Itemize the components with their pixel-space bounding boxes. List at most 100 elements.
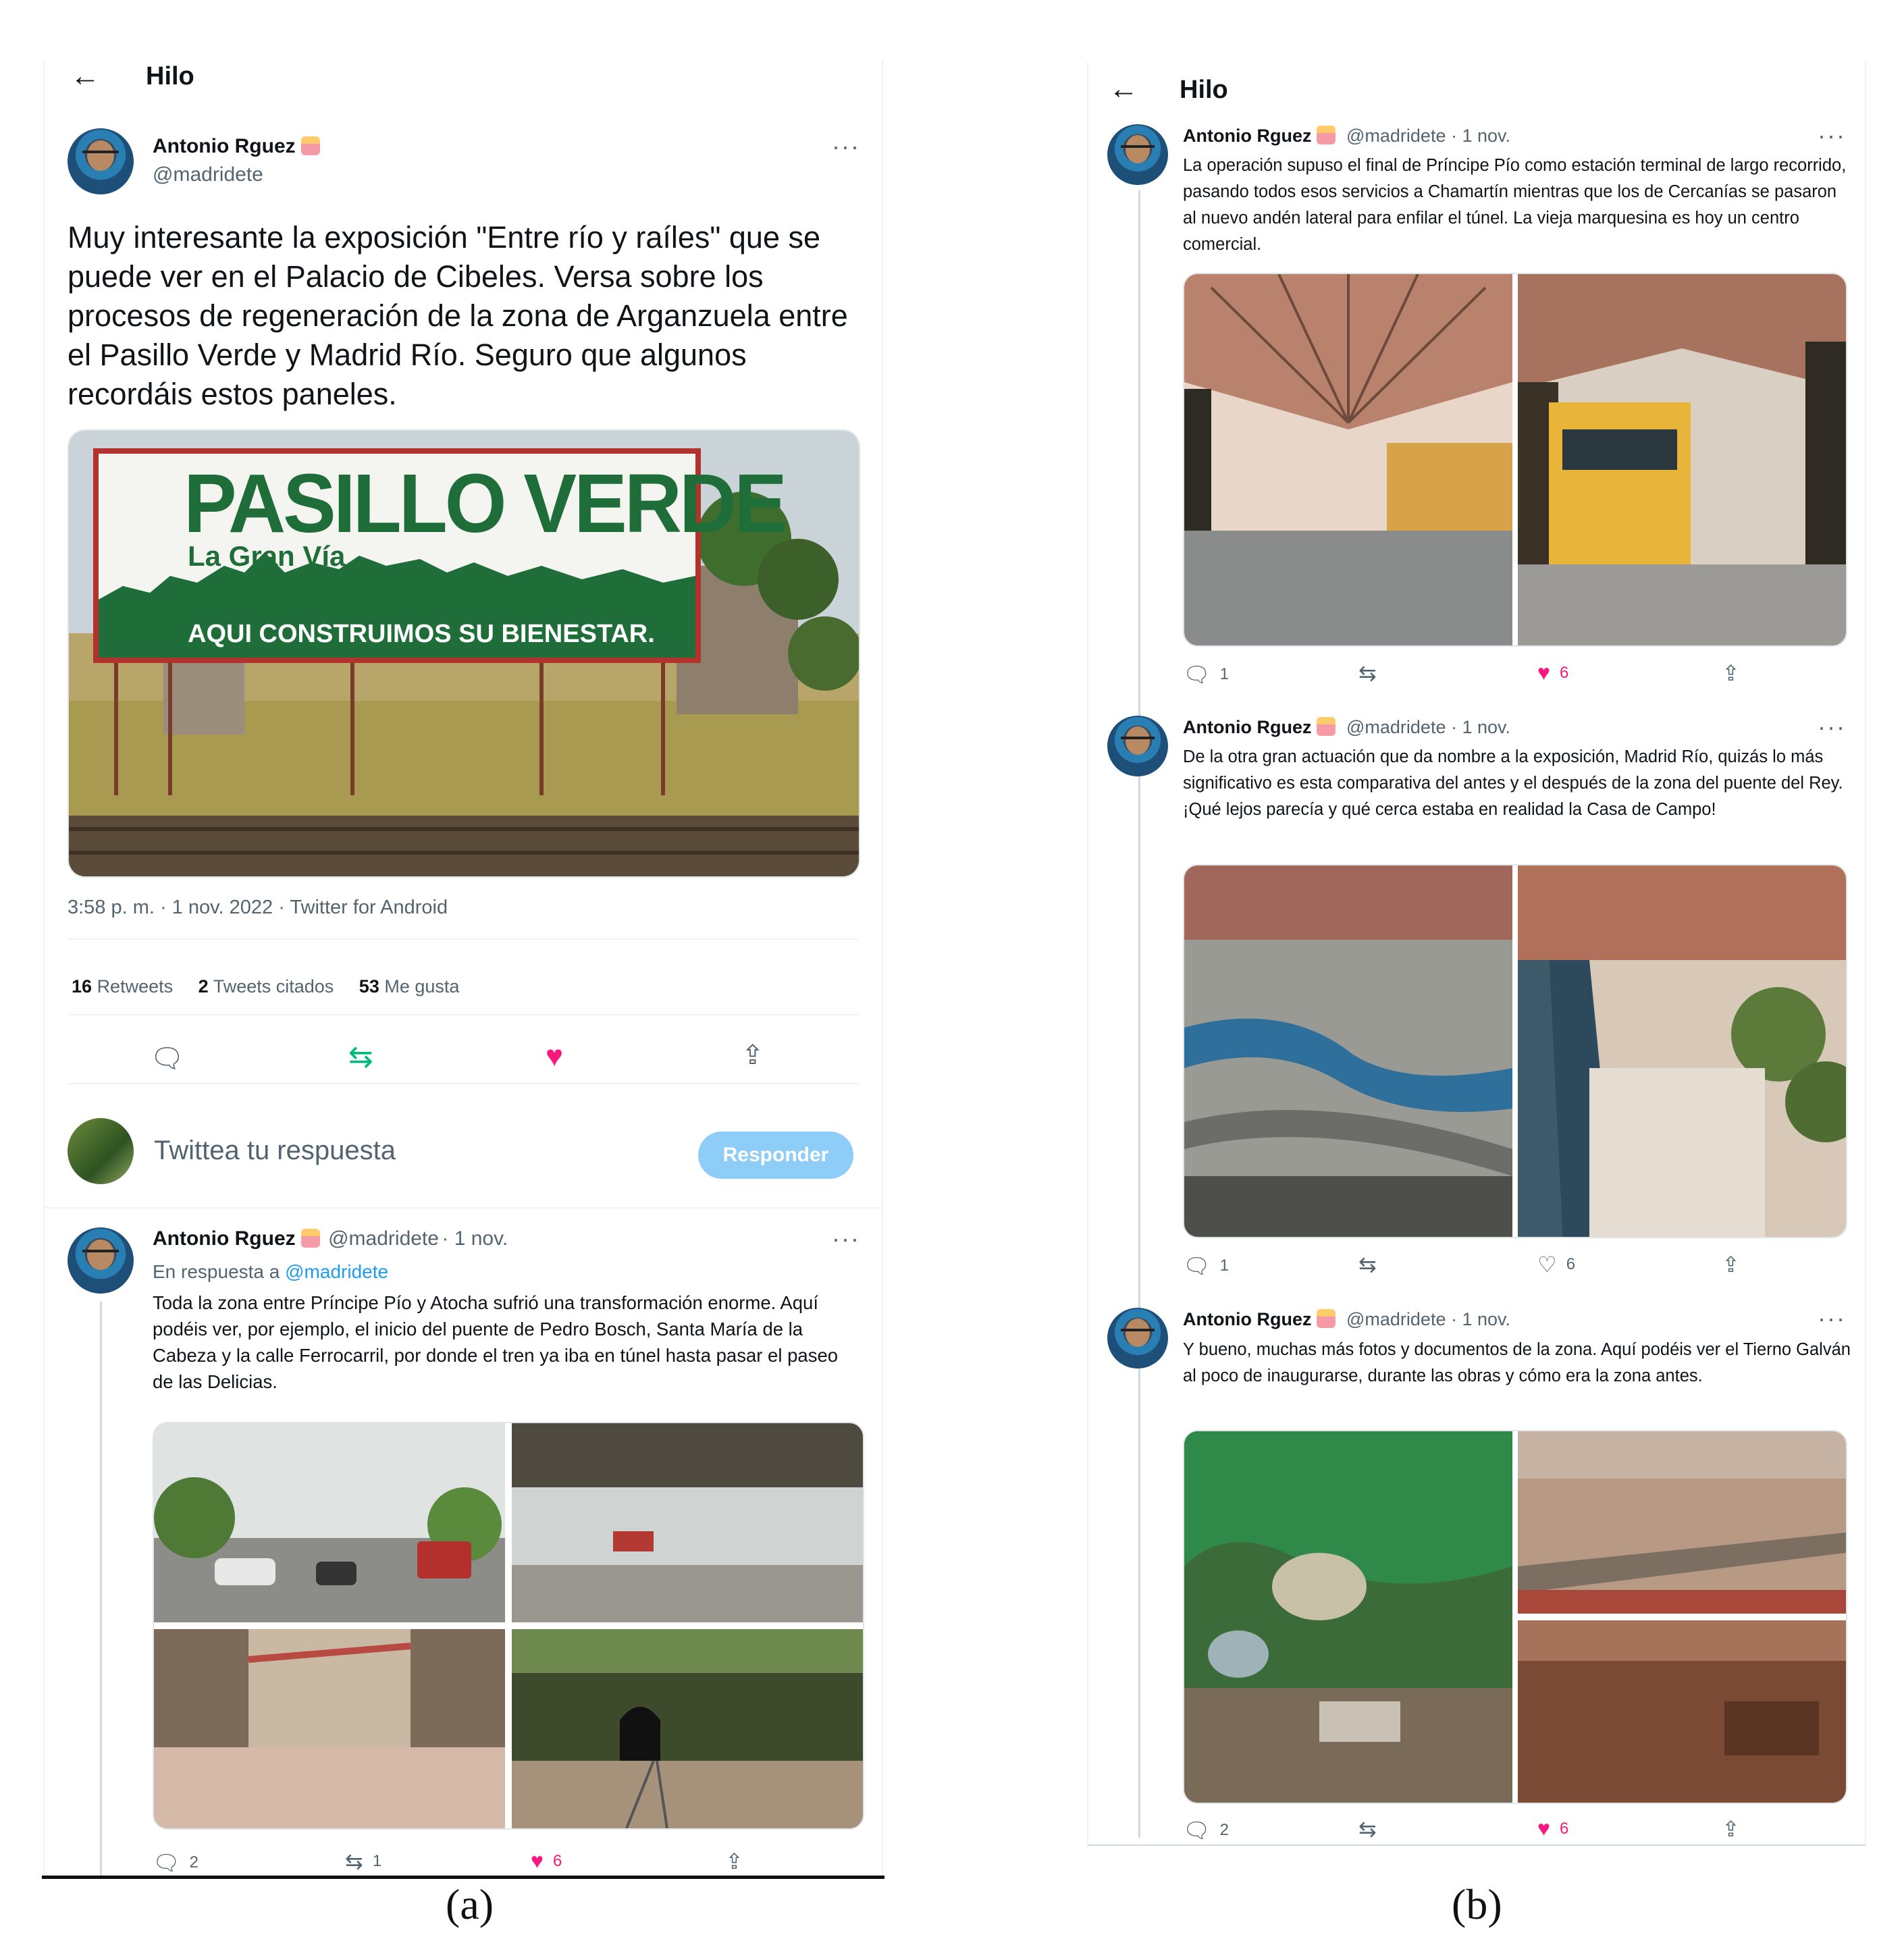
reply-icon[interactable]: 🗨 [150,1042,184,1074]
page-title: Hilo [146,62,194,90]
retweet-icon[interactable]: ⇆ [348,1040,373,1074]
like-action[interactable]: ♥ 6 [531,1849,562,1874]
author-name[interactable]: Antonio Rguez [1183,1309,1311,1329]
author-handle[interactable]: @madridete [1346,126,1446,146]
retweet-action[interactable]: ⇆ 1 [345,1849,381,1874]
retweet-count[interactable]: 16 [72,976,92,997]
like-count: 6 [553,1851,562,1870]
share-icon[interactable]: ⇪ [725,1849,743,1874]
more-options-icon[interactable]: ··· [832,1225,860,1253]
like-action[interactable]: ♥ 6 [1537,1816,1568,1841]
tweet-photo-billboard[interactable]: PASILLO VERDE La Gran Vía AQUI CONSTRUIM… [68,429,860,878]
retweet-label[interactable]: Retweets [97,976,174,997]
reply-icon: 🗨 [153,1851,180,1875]
like-label[interactable]: Me gusta [384,976,459,997]
author-info: Antonio Rguez @madridete · 1 nov. [153,1227,508,1250]
thread-panel-b: ← Hilo Antonio Rguez @madridete · 1 nov.… [1087,62,1866,1846]
author-handle[interactable]: @madridete [1346,717,1446,737]
reply-action[interactable]: 🗨 2 [1183,1817,1229,1843]
caption-b: (b) [1452,1880,1502,1928]
cake-emoji-icon [300,1229,320,1248]
retweet-icon[interactable]: ⇆ [1358,1252,1377,1277]
park-photo-art [1184,1431,1846,1803]
retweet-icon[interactable]: ⇆ [1358,660,1377,686]
retweet-count: 1 [372,1852,382,1870]
quote-count[interactable]: 2 [199,976,209,997]
tweet-date[interactable]: · 1 nov. [1451,1309,1510,1329]
tweet-date[interactable]: · 1 nov. [1451,126,1510,146]
reply-count: 1 [1219,1256,1229,1275]
reply-input[interactable]: Twittea tu respuesta [154,1136,396,1166]
author-name[interactable]: Antonio Rguez [1183,126,1311,146]
page-title: Hilo [1180,76,1228,104]
tweet-photo-grid[interactable] [153,1422,864,1830]
thread-line [100,1302,102,1876]
reply-action[interactable]: 🗨 1 [1183,1253,1229,1279]
avatar[interactable] [1107,716,1168,776]
heart-icon[interactable]: ♥ [546,1040,563,1073]
author-info: Antonio Rguez [153,135,320,158]
avatar[interactable] [68,1227,134,1294]
reply-to: En respuesta a @madridete [153,1261,388,1283]
heart-outline-icon: ♡ [1537,1252,1557,1277]
tweet-photo-station[interactable] [1183,273,1847,647]
share-icon[interactable]: ⇪ [1722,1816,1740,1842]
tweet-stats: 16 Retweets 2 Tweets citados 53 Me gusta [72,976,459,997]
tweet-date[interactable]: · 1 nov. [1451,717,1510,737]
reply-to-link[interactable]: @madridete [285,1261,388,1282]
share-icon[interactable]: ⇪ [1722,1252,1740,1277]
divider [45,1207,882,1208]
divider [68,938,859,940]
reply-action[interactable]: 🗨 2 [153,1850,199,1876]
like-action[interactable]: ♥ 6 [1537,660,1568,685]
river-photo-art [1184,866,1846,1237]
retweet-icon[interactable]: ⇆ [1358,1816,1377,1842]
more-options-icon[interactable]: ··· [832,132,860,161]
reply-count: 2 [1219,1821,1229,1839]
avatar[interactable] [1107,1308,1168,1369]
station-photo-art [1184,274,1846,645]
author-handle[interactable]: @madridete [1346,1309,1446,1329]
like-count: 6 [1566,1255,1576,1273]
reply-count: 2 [189,1853,199,1871]
avatar[interactable] [1107,124,1168,185]
like-action[interactable]: ♡ 6 [1537,1252,1575,1277]
like-count[interactable]: 53 [359,976,379,997]
tweet-photo-park[interactable] [1183,1430,1847,1804]
tweet-text: Toda la zona entre Príncipe Pío y Atocha… [153,1292,839,1392]
cake-emoji-icon [1317,126,1336,144]
reply-button[interactable]: Responder [698,1132,853,1179]
tweet-text: Muy interesante la exposición "Entre río… [68,220,848,411]
more-options-icon[interactable]: ··· [1818,122,1846,150]
user-avatar[interactable] [68,1118,134,1184]
reply-icon: 🗨 [1183,1254,1211,1278]
cake-emoji-icon [300,136,320,155]
avatar[interactable] [68,128,134,194]
arrow-left-icon[interactable]: ← [70,59,100,93]
tweet-date[interactable]: · 1 nov. [442,1227,508,1250]
author-info: Antonio Rguez @madridete · 1 nov. [1183,1309,1510,1330]
thread-line [1138,190,1140,1838]
more-options-icon[interactable]: ··· [1818,713,1846,741]
author-name[interactable]: Antonio Rguez [153,135,296,157]
reply-count: 1 [1219,665,1229,683]
billboard-subtitle: La Gran Vía [188,540,346,572]
author-info: Antonio Rguez @madridete · 1 nov. [1183,126,1510,147]
photo-grid-art [154,1423,863,1828]
author-info: Antonio Rguez @madridete · 1 nov. [1183,717,1510,738]
quote-label[interactable]: Tweets citados [213,976,334,997]
author-handle[interactable]: @madridete [328,1227,439,1250]
author-handle[interactable]: @madridete [153,163,263,186]
reply-action[interactable]: 🗨 1 [1183,662,1229,687]
share-icon[interactable]: ⇪ [1722,660,1740,686]
author-name[interactable]: Antonio Rguez [1183,717,1311,737]
more-options-icon[interactable]: ··· [1818,1304,1846,1333]
tweet-timestamp[interactable]: 3:58 p. m. · 1 nov. 2022 · Twitter for A… [68,897,448,919]
tweet-photo-river[interactable] [1183,864,1847,1238]
like-count: 6 [1560,663,1569,682]
author-name[interactable]: Antonio Rguez [153,1227,296,1250]
tweet-text: De la otra gran actuación que da nombre … [1183,747,1843,819]
heart-icon: ♥ [1537,660,1550,685]
share-icon[interactable]: ⇪ [741,1040,764,1071]
arrow-left-icon[interactable]: ← [1109,72,1138,106]
